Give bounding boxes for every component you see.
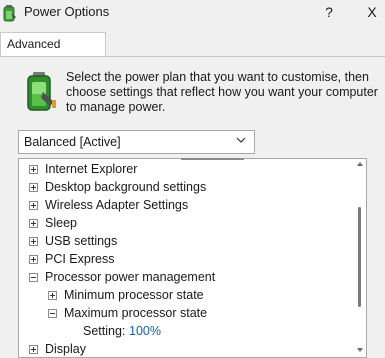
tree-item-pci-express[interactable]: PCI Express	[19, 250, 349, 268]
power-options-dialog: Power Options ? X Advanced settings Sele…	[0, 0, 385, 358]
window-title: Power Options	[24, 4, 110, 19]
tree-item-label: Display	[45, 342, 86, 356]
tree-item-setting[interactable]: Setting: 100%	[19, 322, 349, 340]
tree-item-minimum-processor-state[interactable]: Minimum processor state	[19, 286, 349, 304]
scroll-up-arrow-icon[interactable]	[355, 160, 365, 168]
tree-item-sleep[interactable]: Sleep	[19, 214, 349, 232]
expand-plus-icon[interactable]	[29, 165, 38, 174]
tree-item-label: Processor power management	[45, 270, 216, 284]
tree-item-label: Wireless Adapter Settings	[45, 198, 189, 212]
tree-item-label: Desktop background settings	[45, 180, 207, 194]
expand-plus-icon[interactable]	[29, 237, 38, 246]
help-button[interactable]: ?	[318, 2, 340, 22]
power-options-icon	[3, 5, 16, 22]
tree-item-wireless-adapter-settings[interactable]: Wireless Adapter Settings	[19, 196, 349, 214]
tree-item-label: Minimum processor state	[64, 288, 204, 302]
close-button[interactable]: X	[361, 2, 383, 22]
tree-header-divider	[181, 158, 244, 160]
expand-plus-icon[interactable]	[29, 183, 38, 192]
power-plan-dropdown[interactable]: Balanced [Active]	[18, 130, 255, 154]
chevron-down-icon[interactable]	[235, 134, 247, 146]
scrollbar-thumb[interactable]	[358, 207, 361, 307]
tree-item-label: PCI Express	[45, 252, 115, 266]
collapse-minus-icon[interactable]	[48, 309, 57, 318]
plan-description: Select the power plan that you want to c…	[66, 70, 378, 114]
tab-advanced-settings[interactable]: Advanced settings	[0, 32, 106, 74]
tree-item-display[interactable]: Display	[19, 340, 349, 357]
expand-plus-icon[interactable]	[48, 291, 57, 300]
settings-tree[interactable]: Internet Explorer Desktop background set…	[18, 158, 367, 358]
tree-item-maximum-processor-state[interactable]: Maximum processor state	[19, 304, 349, 322]
collapse-minus-icon[interactable]	[29, 273, 38, 282]
expand-plus-icon[interactable]	[29, 219, 38, 228]
expand-plus-icon[interactable]	[29, 255, 38, 264]
tree-item-label: USB settings	[45, 234, 118, 248]
battery-plug-icon	[27, 72, 56, 111]
tree-item-internet-explorer[interactable]: Internet Explorer	[19, 160, 349, 178]
tree-item-label: Sleep	[45, 216, 77, 230]
tree-item-usb-settings[interactable]: USB settings	[19, 232, 349, 250]
tree-item-processor-power-management[interactable]: Processor power management	[19, 268, 349, 286]
expand-plus-icon[interactable]	[29, 201, 38, 210]
scroll-down-arrow-icon[interactable]	[355, 346, 365, 354]
title-bar: Power Options ? X	[0, 0, 385, 26]
tree-item-desktop-background-settings[interactable]: Desktop background settings	[19, 178, 349, 196]
expand-plus-icon[interactable]	[29, 345, 38, 354]
tree-item-label: Internet Explorer	[45, 162, 138, 176]
setting-label: Setting:	[83, 324, 126, 338]
setting-value-link[interactable]: 100%	[129, 322, 161, 340]
tree-item-label: Maximum processor state	[64, 306, 208, 320]
